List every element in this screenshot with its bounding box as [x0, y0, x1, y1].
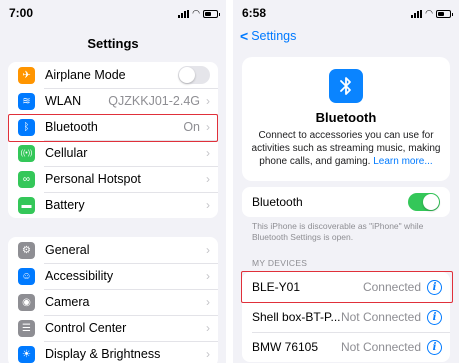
- device-name: BMW 76105: [252, 340, 319, 354]
- back-button[interactable]: < Settings: [240, 28, 296, 44]
- learn-more-link[interactable]: Learn more...: [373, 156, 432, 167]
- settings-row-airplane[interactable]: ✈ Airplane Mode: [8, 62, 218, 88]
- personal-hotspot-label: Personal Hotspot: [45, 172, 141, 186]
- chevron-right-icon: ›: [206, 198, 210, 212]
- airplane-icon: ✈: [18, 66, 35, 84]
- cellular-label: Cellular: [45, 146, 88, 160]
- settings-row-control-center[interactable]: ☰ Control Center ›: [8, 315, 218, 341]
- chevron-right-icon: ›: [206, 243, 210, 257]
- signal-icon: [411, 9, 423, 18]
- discoverable-note: This iPhone is discoverable as "iPhone" …: [252, 221, 424, 242]
- bluetooth-description: Connect to accessories you can use for a…: [250, 129, 442, 168]
- settings-row-cellular[interactable]: ((•)) Cellular ›: [8, 140, 218, 166]
- wlan-label: WLAN: [45, 94, 82, 108]
- my-devices-header: MY DEVICES: [252, 258, 308, 268]
- bluetooth-info-card: Bluetooth Connect to accessories you can…: [242, 57, 450, 181]
- bluetooth-toggle-row: Bluetooth: [242, 187, 450, 217]
- settings-row-camera[interactable]: ◉ Camera ›: [8, 289, 218, 315]
- wlan-value: QJZKKJ01-2.4G: [108, 94, 200, 108]
- bluetooth-screen: 6:58 ◠ < Settings Bluetooth Connect to a…: [233, 0, 459, 363]
- devices-list: BLE-Y01 Connected i Shell box-BT-P... Not Co…: [242, 272, 450, 362]
- chevron-right-icon: ›: [206, 146, 210, 160]
- bluetooth-label: Bluetooth: [45, 120, 98, 134]
- wifi-icon: ◠: [192, 8, 200, 18]
- settings-row-display-brightness[interactable]: ☀ Display & Brightness ›: [8, 341, 218, 363]
- info-icon[interactable]: i: [427, 279, 442, 295]
- bluetooth-title: Bluetooth: [315, 110, 377, 125]
- personal-hotspot-icon: ∞: [18, 170, 35, 188]
- status-icons: ◠: [178, 8, 220, 19]
- accessibility-icon: ☺: [18, 267, 35, 285]
- settings-row-accessibility[interactable]: ☺ Accessibility ›: [8, 263, 218, 289]
- signal-icon: [178, 9, 190, 18]
- device-name: Shell box-BT-P...: [252, 310, 341, 324]
- chevron-right-icon: ›: [206, 295, 210, 309]
- settings-row-personal-hotspot[interactable]: ∞ Personal Hotspot ›: [8, 166, 218, 192]
- device-status: Not Connected: [340, 340, 421, 354]
- info-icon[interactable]: i: [427, 339, 442, 355]
- control-center-icon: ☰: [18, 319, 35, 337]
- status-time: 7:00: [9, 6, 34, 20]
- bluetooth-icon: [329, 69, 363, 103]
- airplane-toggle[interactable]: [178, 66, 210, 84]
- info-icon[interactable]: i: [427, 309, 442, 325]
- settings-row-battery[interactable]: ▬ Battery ›: [8, 192, 218, 218]
- control-center-label: Control Center: [45, 321, 127, 335]
- general-icon: ⚙: [18, 241, 35, 259]
- device-row[interactable]: Shell box-BT-P... Not Connected i: [242, 302, 450, 332]
- cellular-icon: ((•)): [18, 144, 35, 162]
- camera-icon: ◉: [18, 293, 35, 311]
- device-row[interactable]: BLE-Y01 Connected i: [242, 272, 450, 302]
- status-bar: 7:00 ◠: [0, 0, 226, 26]
- chevron-right-icon: ›: [206, 94, 210, 108]
- display-brightness-icon: ☀: [18, 345, 35, 363]
- wifi-icon: ◠: [425, 8, 433, 18]
- chevron-right-icon: ›: [206, 172, 210, 186]
- general-group: ⚙ General › ☺ Accessibility › ◉ Camera › ☰ Control…: [8, 237, 218, 363]
- accessibility-label: Accessibility: [45, 269, 114, 283]
- general-label: General: [45, 243, 90, 257]
- battery-label: Battery: [45, 198, 85, 212]
- chevron-right-icon: ›: [206, 269, 210, 283]
- status-bar: 6:58 ◠: [233, 0, 459, 26]
- bluetooth-value: On: [183, 120, 200, 134]
- bluetooth-toggle[interactable]: [408, 193, 440, 211]
- chevron-right-icon: ›: [206, 120, 210, 134]
- status-icons: ◠: [411, 8, 453, 19]
- battery-icon: [436, 9, 453, 18]
- display-brightness-label: Display & Brightness: [45, 347, 161, 361]
- device-row[interactable]: BMW 76105 Not Connected i: [242, 332, 450, 362]
- connectivity-group: ✈ Airplane Mode ≋ WLAN QJZKKJ01-2.4G › ᛒ Blueto…: [8, 62, 218, 218]
- battery-icon: [203, 9, 220, 18]
- settings-row-general[interactable]: ⚙ General ›: [8, 237, 218, 263]
- device-status: Not Connected: [340, 310, 421, 324]
- settings-row-bluetooth[interactable]: ᛒ Bluetooth On ›: [8, 114, 218, 140]
- chevron-right-icon: ›: [206, 321, 210, 335]
- status-time: 6:58: [242, 6, 267, 20]
- bluetooth-toggle-label: Bluetooth: [252, 195, 303, 209]
- page-title: Settings: [87, 36, 139, 51]
- bluetooth-icon: ᛒ: [18, 118, 35, 136]
- device-status: Connected: [362, 280, 421, 294]
- settings-row-wlan[interactable]: ≋ WLAN QJZKKJ01-2.4G ›: [8, 88, 218, 114]
- device-name: BLE-Y01: [252, 280, 301, 294]
- chevron-left-icon: <: [240, 28, 249, 44]
- chevron-right-icon: ›: [206, 347, 210, 361]
- airplane-label: Airplane Mode: [45, 68, 126, 82]
- back-label: Settings: [251, 29, 297, 43]
- camera-label: Camera: [45, 295, 90, 309]
- wlan-icon: ≋: [18, 92, 35, 110]
- battery-icon: ▬: [18, 196, 35, 214]
- settings-screen: 7:00 ◠ Settings ✈ Airplane Mode ≋ WLAN QJZKK…: [0, 0, 226, 363]
